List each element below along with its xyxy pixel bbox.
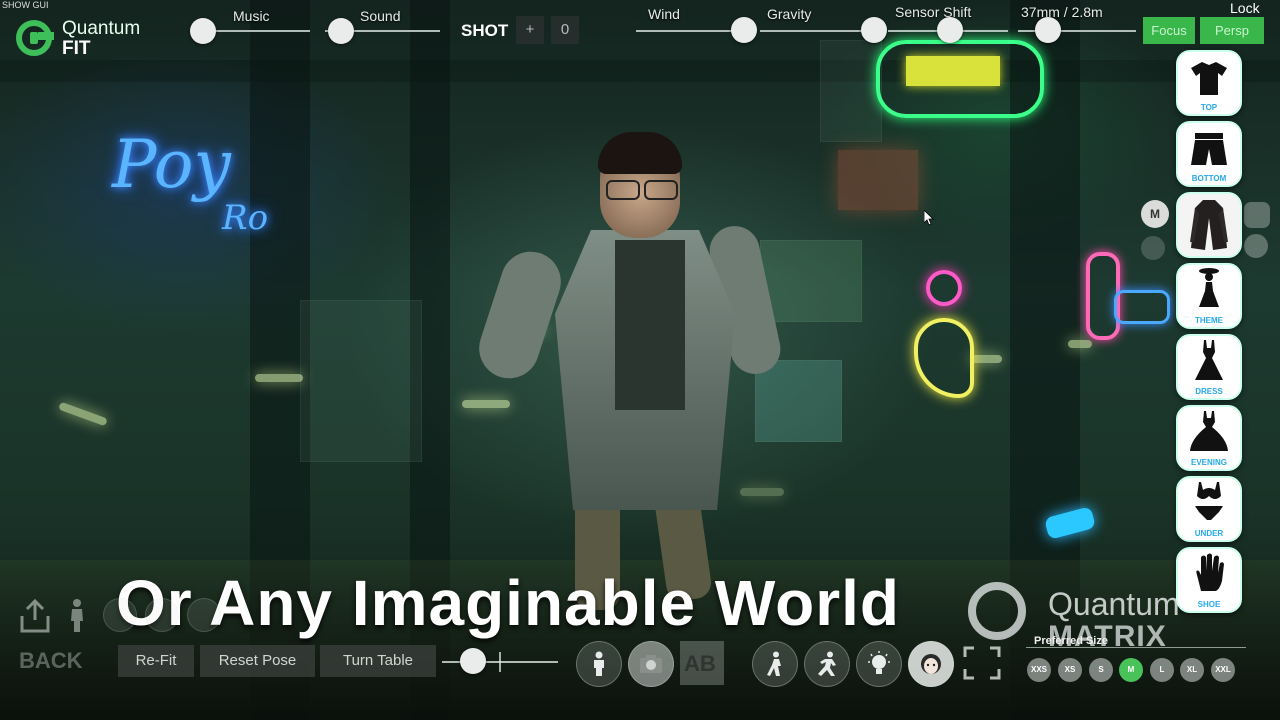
evening-dress-icon: [1190, 411, 1228, 451]
camera-button[interactable]: [628, 641, 674, 687]
share-icon[interactable]: [18, 598, 52, 634]
lens-slider-knob[interactable]: [1035, 17, 1061, 43]
logo-line1: Quantum: [62, 18, 141, 39]
svg-text:AB: AB: [684, 651, 716, 676]
fullscreen-icon[interactable]: [962, 645, 1002, 681]
dim-option-button-2[interactable]: [145, 598, 179, 632]
run-animation-button[interactable]: [804, 641, 850, 687]
ab-compare-icon: AB: [684, 651, 716, 676]
sensor-shift-slider-label: Sensor Shift: [895, 4, 972, 20]
category-top-caption: TOP: [1200, 103, 1218, 112]
dim-option-button-3[interactable]: [187, 598, 221, 632]
size-option-xs[interactable]: XS: [1058, 658, 1082, 682]
shirt-icon: [1191, 62, 1227, 95]
refit-button[interactable]: Re-Fit: [118, 645, 194, 677]
video-caption: Or Any Imaginable World: [116, 567, 900, 639]
walk-icon: [767, 651, 781, 676]
category-theme-caption: THEME: [1195, 316, 1223, 325]
shot-add-button[interactable]: +: [516, 16, 544, 44]
sensor-shift-slider-knob[interactable]: [937, 17, 963, 43]
face-icon: [921, 654, 941, 674]
category-top-button[interactable]: TOP: [1176, 50, 1242, 116]
ghost-option-button[interactable]: [1244, 202, 1270, 228]
turn-table-button[interactable]: Turn Table: [320, 645, 436, 677]
persp-button[interactable]: Persp: [1200, 17, 1264, 44]
camera-icon: [640, 655, 662, 673]
current-garment-button[interactable]: [1176, 192, 1242, 258]
shorts-icon: [1191, 133, 1227, 165]
size-option-m[interactable]: M: [1119, 658, 1143, 682]
quantum-fit-logo: Quantum FIT: [14, 16, 164, 62]
gravity-slider-knob[interactable]: [861, 17, 887, 43]
zoom-slider-center-tick: [499, 652, 501, 672]
quantum-logo-icon: [16, 20, 54, 56]
mouse-cursor-icon: [924, 210, 934, 226]
shot-count: 0: [551, 16, 579, 44]
ghost-circle-button[interactable]: [1141, 236, 1165, 260]
lightbulb-icon: [868, 651, 890, 674]
wind-slider-knob[interactable]: [731, 17, 757, 43]
shot-label: SHOT: [461, 21, 509, 40]
size-option-s[interactable]: S: [1089, 658, 1113, 682]
lens-slider-label: 37mm / 2.8m: [1021, 4, 1103, 20]
category-dress-button[interactable]: DRESS: [1176, 334, 1242, 400]
category-bottom-button[interactable]: BOTTOM: [1176, 121, 1242, 187]
walk-animation-button[interactable]: [752, 641, 798, 687]
gravity-slider-label: Gravity: [767, 6, 812, 22]
quantum-matrix-watermark: Quantum MATRIX: [968, 582, 1208, 662]
person-icon: [594, 651, 604, 676]
lingerie-icon: [1195, 482, 1223, 520]
zoom-slider-knob[interactable]: [460, 648, 486, 674]
category-evening-caption: EVENING: [1190, 458, 1227, 467]
face-view-button[interactable]: [908, 641, 954, 687]
back-button[interactable]: BACK: [19, 648, 83, 674]
lighting-button[interactable]: [856, 641, 902, 687]
music-slider-label: Music: [233, 8, 270, 24]
avatar-pose-icon[interactable]: [62, 598, 92, 634]
size-option-l[interactable]: L: [1150, 658, 1174, 682]
preferred-size-divider: [1026, 647, 1246, 648]
logo-line2: FIT: [62, 38, 91, 59]
run-icon: [818, 651, 836, 676]
category-theme-button[interactable]: THEME: [1176, 263, 1242, 329]
music-slider-knob[interactable]: [190, 18, 216, 44]
current-size-badge[interactable]: M: [1141, 200, 1169, 228]
show-gui-toggle[interactable]: SHOW GUI: [2, 0, 49, 10]
category-evening-button[interactable]: EVENING: [1176, 405, 1242, 471]
size-option-xl[interactable]: XL: [1180, 658, 1204, 682]
wind-slider-label: Wind: [648, 6, 680, 22]
sound-slider-label: Sound: [360, 8, 401, 24]
dim-option-button-1[interactable]: [103, 598, 137, 632]
coat-icon: [1190, 200, 1228, 250]
figure-icon: [1199, 268, 1219, 307]
sound-slider-knob[interactable]: [328, 18, 354, 44]
person-view-button[interactable]: [576, 641, 622, 687]
category-under-button[interactable]: UNDER: [1176, 476, 1242, 542]
category-bottom-caption: BOTTOM: [1191, 174, 1227, 183]
dress-icon: [1195, 340, 1223, 380]
preferred-size-label: Preferred Size: [1034, 635, 1108, 647]
ab-compare-button[interactable]: AB: [680, 641, 724, 685]
size-option-xxl[interactable]: XXL: [1211, 658, 1235, 682]
category-under-caption: UNDER: [1194, 529, 1224, 538]
size-option-xxs[interactable]: XXS: [1027, 658, 1051, 682]
watermark-line1: Quantum: [1048, 586, 1180, 622]
reset-pose-button[interactable]: Reset Pose: [200, 645, 315, 677]
power-ring-icon: [968, 582, 1026, 640]
focus-button[interactable]: Focus: [1143, 17, 1195, 44]
lock-label[interactable]: Lock: [1230, 0, 1260, 16]
category-dress-caption: DRESS: [1195, 387, 1223, 396]
trash-icon[interactable]: [1244, 234, 1268, 258]
